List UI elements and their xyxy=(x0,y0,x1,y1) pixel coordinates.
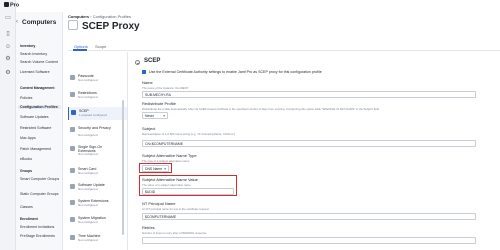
app-brand: Pro xyxy=(4,2,19,9)
certificate-icon xyxy=(71,110,76,115)
redistribute-label: Redistribute Profile xyxy=(142,101,176,106)
breadcrumb-root[interactable]: Computers xyxy=(68,14,89,19)
sidebar-item-prestage[interactable]: PreStage Enrollments xyxy=(20,234,55,238)
redistribute-help: Redistribute the profile automatically w… xyxy=(142,107,379,111)
payload-item-restrictions[interactable]: Restrictions Not configured xyxy=(68,89,127,102)
sidebar-item-configuration-profiles[interactable]: Configuration Profiles xyxy=(18,105,61,109)
external-ca-checkbox-label: Use the External Certificate Authority s… xyxy=(149,70,322,74)
subject-help: Representation of a X.500 name string (e… xyxy=(142,132,236,136)
name-field[interactable]: SUB-MECHY-RA xyxy=(142,91,476,98)
migration-icon xyxy=(70,217,75,222)
sidebar-item-restricted-software[interactable]: Restricted Software xyxy=(20,126,51,130)
sidebar-item-patch-management[interactable]: Patch Management xyxy=(20,147,51,151)
breadcrumb-leaf[interactable]: Configuration Profiles xyxy=(93,14,131,19)
computer-icon[interactable]: ▭ xyxy=(4,15,12,22)
payload-item-scep[interactable]: SCEP 1 payload configured xyxy=(68,107,127,120)
payload-item-system-migration[interactable]: System Migration Not configured xyxy=(68,214,127,227)
sidebar-item-ebooks[interactable]: eBooks xyxy=(20,157,32,161)
remove-payload-icon[interactable] xyxy=(135,60,140,65)
sidebar-item-mac-apps[interactable]: Mac Apps xyxy=(20,136,36,140)
users-icon[interactable]: ☺ xyxy=(4,44,12,51)
tab-active-underline xyxy=(73,49,87,51)
nt-principal-label: NT Principal Name xyxy=(142,201,176,206)
subject-field[interactable]: CN=$COMPUTERNAME xyxy=(142,140,476,147)
payload-list-scrollbar[interactable] xyxy=(122,100,124,235)
lock-icon xyxy=(70,75,75,80)
settings-icon[interactable]: ⚙ xyxy=(4,70,12,77)
sidebar-item-software-updates[interactable]: Software Updates xyxy=(20,115,49,119)
extension-icon xyxy=(70,200,75,205)
sidebar-item-smart-groups[interactable]: Smart Computer Groups xyxy=(20,177,60,181)
alt-name-value-help: The value of a subject alternative name xyxy=(142,183,191,187)
gear-icon xyxy=(70,184,75,189)
gear-icon[interactable]: ⚙ xyxy=(4,56,12,63)
retries-field[interactable] xyxy=(142,237,476,244)
payload-item-system-extensions[interactable]: System Extensions Not configured xyxy=(68,197,127,210)
sidebar: ‹ Computers Inventory Search Inventory S… xyxy=(16,12,63,250)
sidebar-section-enrollment: Enrollment xyxy=(20,217,38,221)
alt-name-value-field[interactable]: $UDID xyxy=(142,188,234,195)
sidebar-item-static-groups[interactable]: Static Computer Groups xyxy=(20,192,60,196)
logo-icon xyxy=(4,2,9,7)
key-icon xyxy=(70,146,75,151)
payload-item-time-machine[interactable]: Time Machine Not configured xyxy=(68,232,127,245)
alt-name-value-label: Subject Alternative Name Value xyxy=(142,177,198,182)
clock-icon xyxy=(70,235,75,240)
sidebar-item-search-volume[interactable]: Search Volume Content xyxy=(20,60,58,64)
sidebar-section-groups: Groups xyxy=(20,169,33,173)
payload-list: Passcode Not configured Restrictions Not… xyxy=(68,52,128,250)
app-rail: ▭ ▯ ☺ ⚙ ⚙ xyxy=(0,0,16,250)
chevron-down-icon: ▾ xyxy=(163,114,165,118)
device-icon[interactable]: ▯ xyxy=(4,31,12,38)
shield-icon xyxy=(70,127,75,132)
name-help: The name of the instance: CA-IDENT xyxy=(142,86,189,90)
retries-help: Number of times to retry after a PENDING… xyxy=(142,231,207,235)
alt-name-type-label: Subject Alternative Name Type xyxy=(142,153,197,158)
nt-principal-help: An NT principal name for use in the cert… xyxy=(142,207,209,211)
sidebar-item-policies[interactable]: Policies xyxy=(20,96,32,100)
alt-name-type-select[interactable]: DNS Name ▾ xyxy=(142,165,169,172)
name-label: Name xyxy=(142,80,153,85)
section-title: SCEP xyxy=(144,58,161,64)
sidebar-item-licensed-software[interactable]: Licensed Software xyxy=(20,70,50,74)
profile-icon xyxy=(68,20,78,30)
sidebar-section-content: Content Management xyxy=(20,86,55,90)
page-title: SCEP Proxy xyxy=(82,21,140,32)
tab-divider xyxy=(68,50,500,51)
external-ca-checkbox[interactable] xyxy=(142,70,146,74)
payload-item-security-privacy[interactable]: Security and Privacy Not configured xyxy=(68,124,127,137)
sidebar-item-enrollment-invitations[interactable]: Enrollment Invitations xyxy=(20,225,54,229)
sidebar-section-inventory: Inventory xyxy=(20,44,36,48)
redistribute-select[interactable]: Never ▾ xyxy=(142,112,168,119)
subject-label: Subject xyxy=(142,126,156,131)
retries-label: Retries xyxy=(142,225,155,230)
payload-item-smart-card[interactable]: Smart Card Not configured xyxy=(68,165,127,178)
smart-card-icon xyxy=(70,168,75,173)
chevron-down-icon: ▾ xyxy=(164,167,166,171)
nt-principal-field[interactable]: $COMPUTERNAME xyxy=(142,213,476,220)
payload-item-sso-extensions[interactable]: Single Sign-On Extensions Not configured xyxy=(68,143,127,156)
payload-item-passcode[interactable]: Passcode Not configured xyxy=(68,72,127,85)
sidebar-title: Computers xyxy=(22,19,57,26)
payload-item-software-update[interactable]: Software Update Not configured xyxy=(68,181,127,194)
sidebar-item-classes[interactable]: Classes xyxy=(20,205,33,209)
restrictions-icon xyxy=(70,92,75,97)
breadcrumb-separator: › xyxy=(90,14,92,19)
sidebar-item-search-inventory[interactable]: Search Inventory xyxy=(20,52,47,56)
tab-scope[interactable]: Scope xyxy=(95,44,106,49)
back-arrow-icon[interactable]: ‹ xyxy=(16,19,18,25)
breadcrumb: Computers › Configuration Profiles xyxy=(68,14,131,19)
